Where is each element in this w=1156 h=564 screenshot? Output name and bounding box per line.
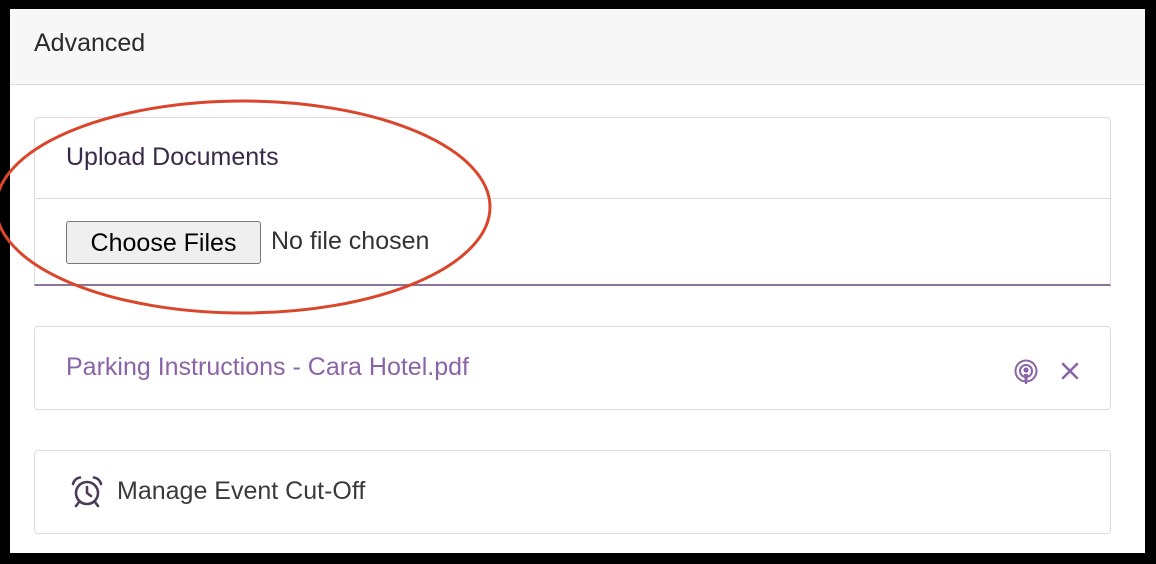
file-status-text: No file chosen: [271, 227, 430, 255]
document-item: Parking Instructions - Cara Hotel.pdf: [34, 326, 1111, 410]
podcast-icon[interactable]: [1013, 359, 1039, 387]
upload-documents-header: Upload Documents: [35, 118, 1110, 199]
manage-event-cutoff-label: Manage Event Cut-Off: [117, 477, 366, 505]
upload-documents-title: Upload Documents: [66, 143, 279, 171]
panel-title: Advanced: [34, 29, 146, 57]
document-link[interactable]: Parking Instructions - Cara Hotel.pdf: [66, 352, 469, 382]
close-icon[interactable]: [1060, 361, 1080, 381]
advanced-panel: Advanced Upload Documents Choose Files N…: [10, 9, 1145, 553]
choose-files-button[interactable]: Choose Files: [66, 221, 261, 264]
alarm-clock-icon: [70, 475, 104, 509]
upload-documents-card: Upload Documents Choose Files No file ch…: [34, 117, 1111, 286]
manage-event-cutoff-card[interactable]: Manage Event Cut-Off: [34, 450, 1111, 534]
panel-header: Advanced: [10, 9, 1145, 85]
